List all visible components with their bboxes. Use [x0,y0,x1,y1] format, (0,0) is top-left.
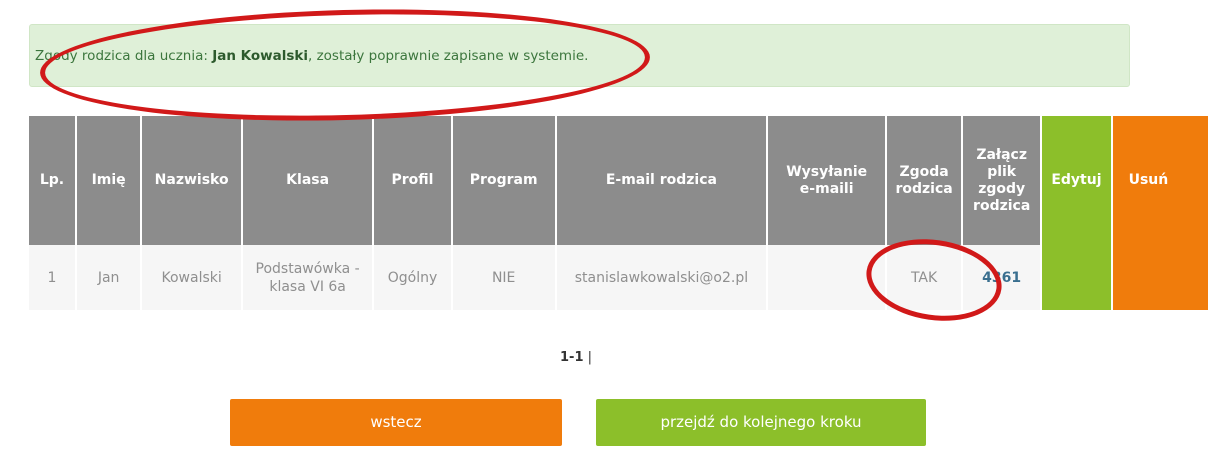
col-edytuj: Edytuj [1041,116,1113,245]
col-nazwisko: Nazwisko [141,116,243,245]
col-usun: Usuń [1111,116,1208,245]
delete-button[interactable] [1111,245,1208,310]
table-row: 1 Jan Kowalski Podstawówka - klasa VI 6a… [29,245,1208,310]
cell-klasa: Podstawówka - klasa VI 6a [241,245,375,310]
consent-file-link[interactable]: 4361 [962,245,1043,310]
cell-wysylanie [767,245,888,310]
pagination-separator: | [583,350,593,365]
col-program: Program [451,116,557,245]
col-zgoda: Zgoda rodzica [886,116,964,245]
cell-lp: 1 [29,245,77,310]
alert-suffix: , zostały poprawnie zapisane w systemie. [308,48,589,64]
col-profil: Profil [373,116,453,245]
col-lp: Lp. [29,116,77,245]
next-step-button[interactable]: przejdź do kolejnego kroku [596,399,926,446]
back-button[interactable]: wstecz [230,399,562,446]
alert-prefix: Zgody rodzica dla ucznia: [35,48,213,64]
cell-zgoda: TAK [886,245,964,310]
success-alert: Zgody rodzica dla ucznia: Jan Kowalski, … [29,24,1130,87]
col-imie: Imię [75,116,143,245]
col-zalacz: Załącz plik zgody rodzica [962,116,1043,245]
col-wysylanie: Wysyłanie e-maili [767,116,888,245]
cell-program: NIE [451,245,557,310]
cell-profil: Ogólny [373,245,453,310]
col-email: E-mail rodzica [555,116,769,245]
students-table: Lp. Imię Nazwisko Klasa Profil Program E… [29,116,1208,310]
pagination: 1-1 | [560,350,592,365]
cell-nazwisko: Kowalski [141,245,243,310]
edit-button[interactable] [1041,245,1113,310]
table-header-row: Lp. Imię Nazwisko Klasa Profil Program E… [29,116,1208,245]
alert-student-name: Jan Kowalski [212,48,308,64]
cell-imie: Jan [75,245,143,310]
pagination-range[interactable]: 1-1 [560,350,584,365]
col-klasa: Klasa [241,116,375,245]
cell-email: stanislawkowalski@o2.pl [555,245,769,310]
